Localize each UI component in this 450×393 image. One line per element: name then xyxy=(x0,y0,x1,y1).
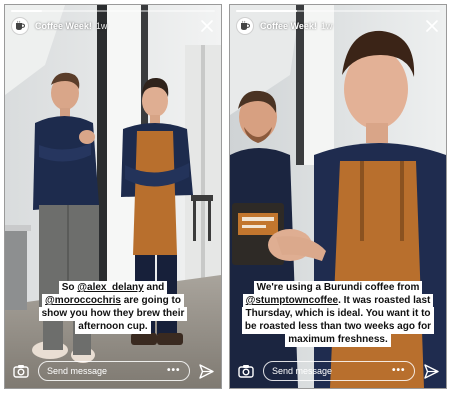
story-age: 1w xyxy=(320,21,333,31)
story-account-name[interactable]: Coffee Week! xyxy=(35,21,92,31)
send-message-field[interactable]: ••• xyxy=(263,361,415,381)
close-icon[interactable] xyxy=(199,18,215,34)
caption-line: show you how they brew their xyxy=(5,303,221,321)
close-icon[interactable] xyxy=(424,18,440,34)
more-options-icon[interactable]: ••• xyxy=(392,366,406,376)
caption-line: Thursday, which is ideal. You want it to xyxy=(230,303,446,321)
coffee-cup-logo-icon[interactable] xyxy=(236,17,254,35)
caption-line: @moroccochris are going to xyxy=(5,290,221,308)
send-message-input[interactable] xyxy=(47,366,167,376)
caption-line: @stumptowncoffee. It was roasted last xyxy=(230,290,446,308)
story-panel-right[interactable]: Coffee Week! 1w We're using a Burundi co… xyxy=(229,4,447,389)
story-progress-fill xyxy=(236,10,298,12)
send-message-input[interactable] xyxy=(272,366,392,376)
send-message-field[interactable]: ••• xyxy=(38,361,190,381)
more-options-icon[interactable]: ••• xyxy=(167,366,181,376)
story-account-name[interactable]: Coffee Week! xyxy=(260,21,317,31)
story-caption: We're using a Burundi coffee from @stumpt… xyxy=(230,277,446,347)
story-progress-fill xyxy=(11,10,42,12)
send-direct-icon[interactable] xyxy=(422,361,442,381)
story-age: 1w xyxy=(95,21,108,31)
camera-icon[interactable] xyxy=(236,361,256,381)
story-panel-left[interactable]: Coffee Week! 1w So @alex_delany and @moro… xyxy=(4,4,222,389)
camera-icon[interactable] xyxy=(11,361,31,381)
story-header: Coffee Week! 1w xyxy=(236,16,440,36)
coffee-cup-logo-icon[interactable] xyxy=(11,17,29,35)
caption-line: So @alex_delany and xyxy=(5,277,221,295)
send-direct-icon[interactable] xyxy=(197,361,217,381)
caption-line: afternoon cup. xyxy=(5,316,221,334)
story-footer: ••• xyxy=(11,360,215,382)
caption-line-text: afternoon cup. xyxy=(75,320,151,334)
caption-line: be roasted less than two weeks ago for xyxy=(230,316,446,334)
story-progress-bar xyxy=(11,10,215,12)
story-progress-bar xyxy=(236,10,440,12)
caption-line-text: maximum freshness. xyxy=(285,333,391,347)
caption-text: afternoon cup. xyxy=(78,321,148,332)
story-footer: ••• xyxy=(236,360,440,382)
caption-line: We're using a Burundi coffee from xyxy=(230,277,446,295)
story-header: Coffee Week! 1w xyxy=(11,16,215,36)
caption-text: maximum freshness. xyxy=(288,334,388,345)
story-caption: So @alex_delany and @moroccochris are goi… xyxy=(5,277,221,334)
